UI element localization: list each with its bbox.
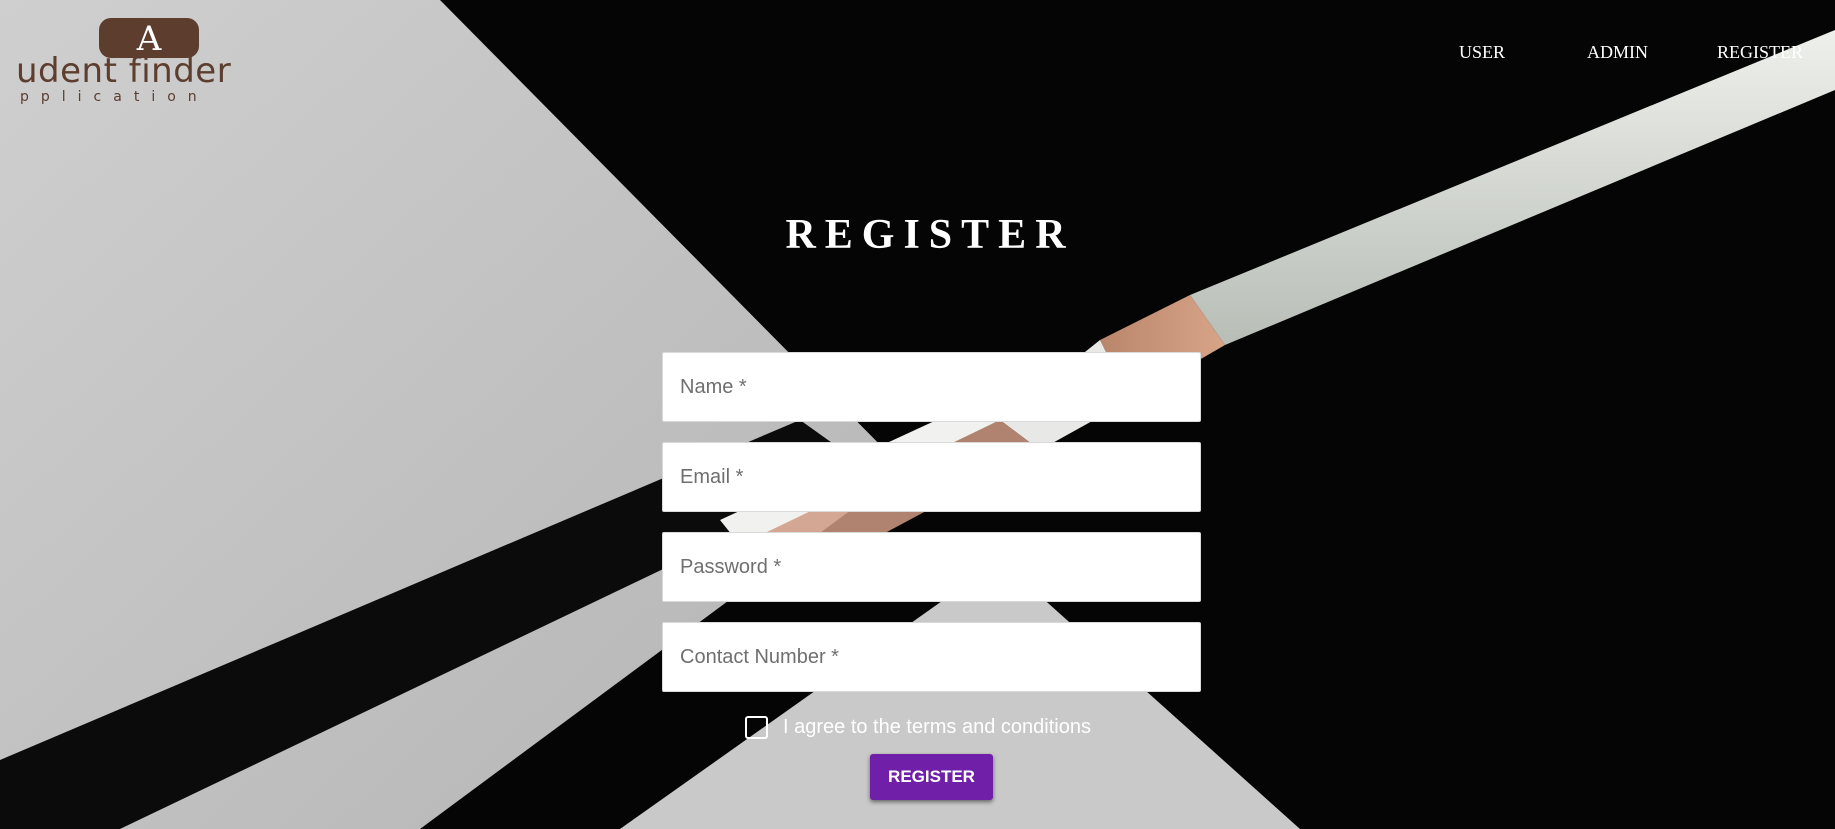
- terms-agreement: I agree to the terms and conditions: [745, 716, 1091, 739]
- nav-link-user[interactable]: USER: [1459, 42, 1569, 63]
- logo-text-line1: udent finder: [16, 51, 232, 91]
- terms-label[interactable]: I agree to the terms and conditions: [783, 716, 1091, 739]
- nav-link-register[interactable]: REGISTER: [1717, 42, 1817, 63]
- name-field: [662, 352, 1201, 422]
- email-field: [662, 442, 1201, 512]
- app-logo[interactable]: A udent finder pplication: [14, 18, 314, 104]
- nav-link-admin[interactable]: ADMIN: [1587, 42, 1717, 63]
- password-input[interactable]: [680, 555, 1200, 579]
- name-input[interactable]: [680, 375, 1200, 399]
- contact-number-field: [662, 622, 1201, 692]
- page-title: REGISTER: [785, 212, 1075, 258]
- terms-checkbox[interactable]: [745, 716, 768, 739]
- email-input[interactable]: [680, 465, 1200, 489]
- logo-text-line2: pplication: [20, 89, 209, 105]
- register-form: [662, 352, 1201, 712]
- contact-number-input[interactable]: [680, 645, 1200, 669]
- password-field: [662, 532, 1201, 602]
- register-button[interactable]: REGISTER: [870, 754, 993, 800]
- top-nav: USER ADMIN REGISTER: [1459, 42, 1817, 63]
